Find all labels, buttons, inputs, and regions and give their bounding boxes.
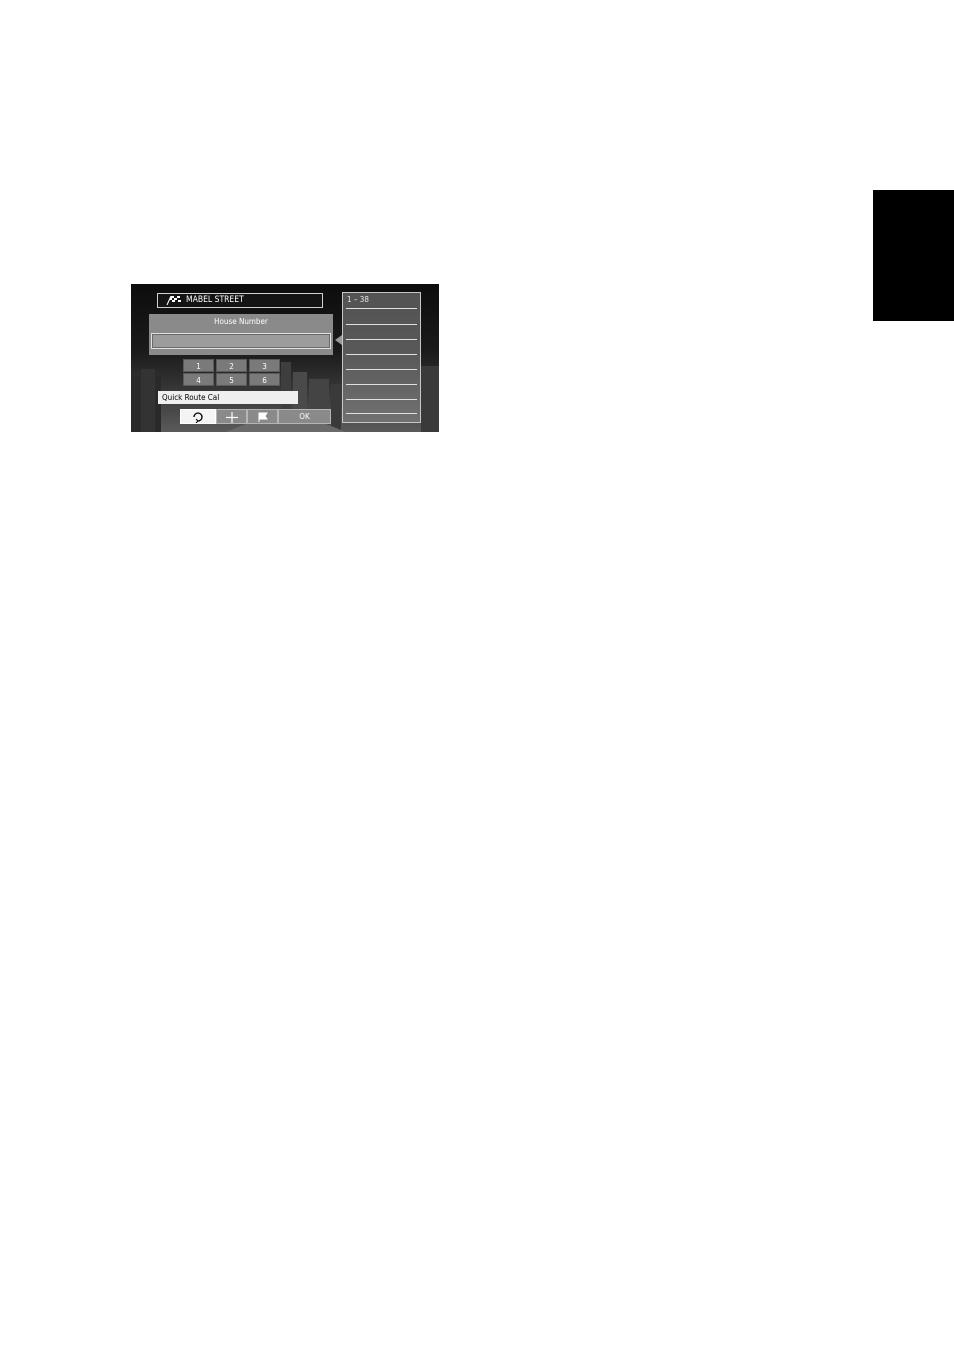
range-list-line [346, 369, 417, 370]
key-3[interactable]: 3 [249, 359, 280, 372]
range-list-line [346, 384, 417, 385]
flag-icon [258, 412, 268, 422]
navigation-screen: MABEL STREET House Number 1 2 3 4 5 6 Qu… [131, 284, 439, 432]
scroll-map-button[interactable] [216, 409, 247, 424]
range-list-line [346, 354, 417, 355]
crosshair-icon [225, 412, 238, 423]
key-2[interactable]: 2 [216, 359, 247, 372]
range-list-line [346, 339, 417, 340]
panel-pointer [335, 335, 342, 345]
key-4[interactable]: 4 [183, 373, 214, 386]
range-list-line [346, 413, 417, 414]
bottom-toolbar: OK [180, 409, 333, 425]
ok-button[interactable]: OK [278, 409, 331, 424]
range-list-line [346, 399, 417, 400]
key-6[interactable]: 6 [249, 373, 280, 386]
range-label: 1 – 38 [347, 295, 369, 304]
range-list-line [346, 324, 417, 325]
key-1[interactable]: 1 [183, 359, 214, 372]
house-number-input[interactable] [151, 333, 331, 349]
house-number-panel: House Number [149, 314, 333, 355]
quick-route-tooltip: Quick Route Cal [158, 391, 298, 404]
house-number-title: House Number [214, 317, 268, 326]
street-name: MABEL STREET [186, 295, 244, 305]
range-list-line [346, 308, 417, 309]
checkered-flag-icon [166, 295, 181, 306]
quick-route-button[interactable] [180, 409, 216, 424]
key-5[interactable]: 5 [216, 373, 247, 386]
quick-route-icon [193, 412, 203, 424]
street-name-bar: MABEL STREET [157, 293, 323, 308]
house-number-range-panel: 1 – 38 [342, 292, 421, 423]
set-destination-button[interactable] [247, 409, 278, 424]
chapter-tab [873, 190, 954, 321]
